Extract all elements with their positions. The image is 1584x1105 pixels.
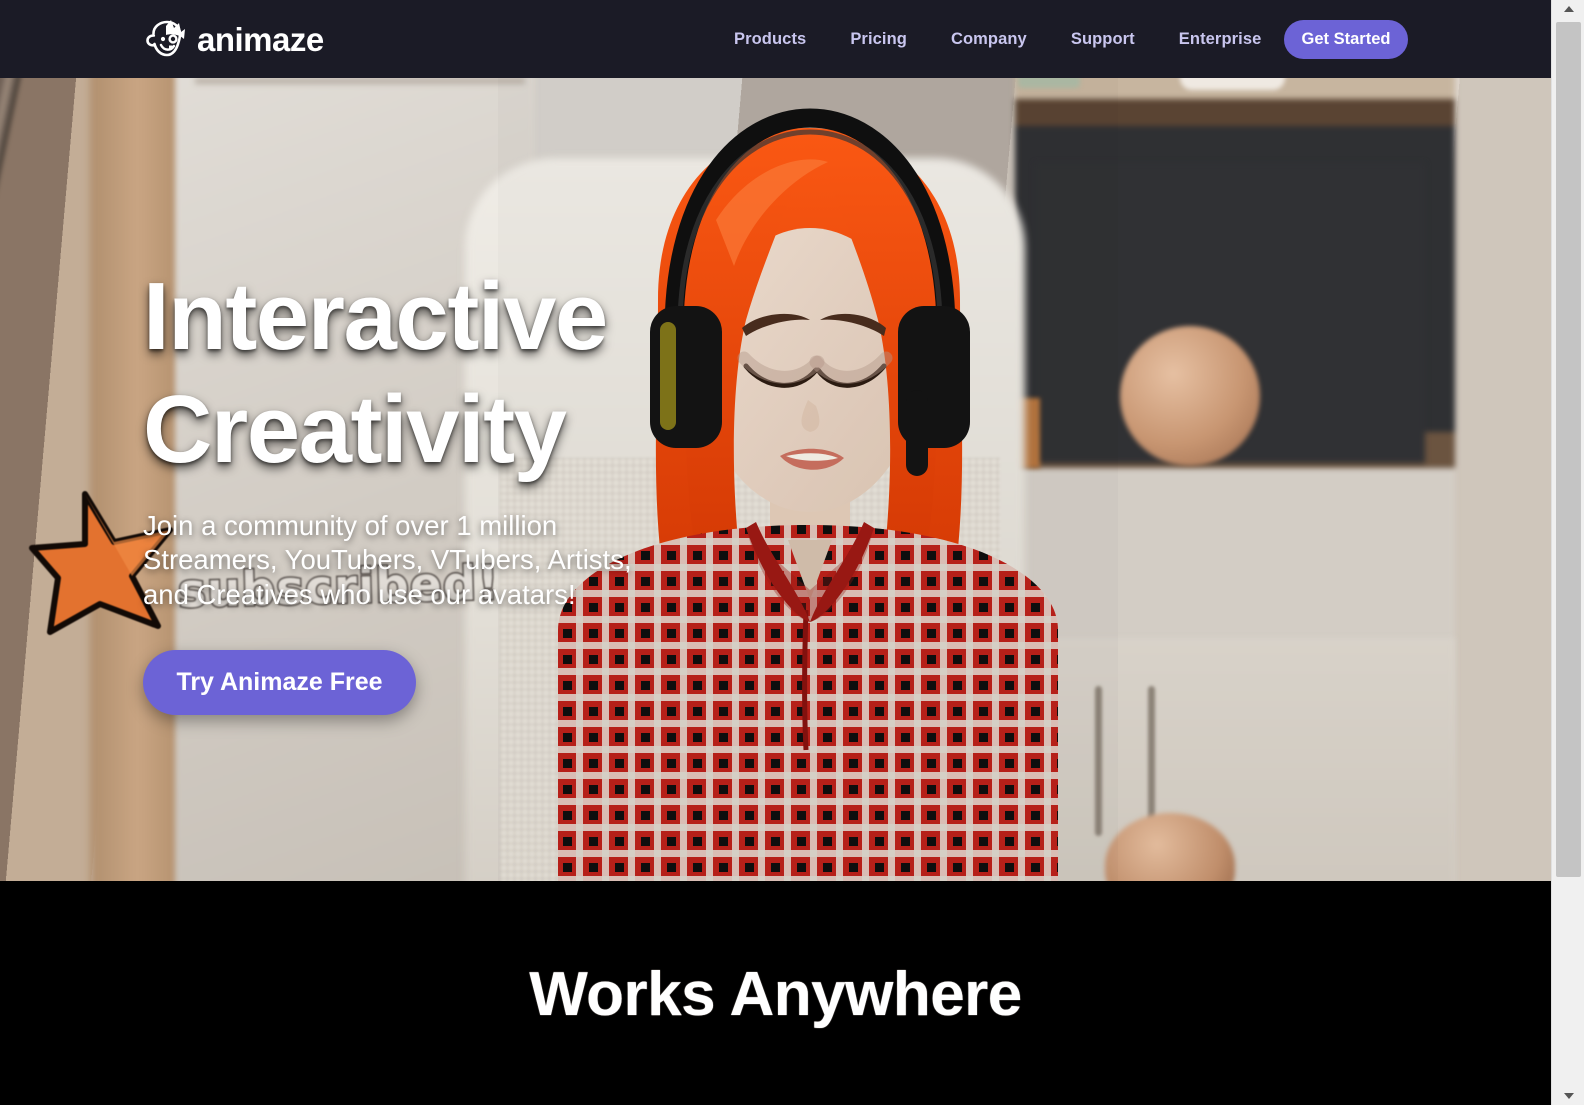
scrollbar-up-button[interactable]	[1552, 0, 1584, 18]
hero-sub-line2: Streamers, YouTubers, VTubers, Artists,	[143, 544, 632, 576]
hero-headline-line2: Creativity	[143, 376, 567, 484]
nav-item-enterprise[interactable]: Enterprise	[1157, 30, 1284, 49]
scrollbar-down-button[interactable]	[1552, 1087, 1584, 1105]
hero-section: subscribed! Interactive Creativity Join …	[0, 78, 1551, 881]
primary-nav: Products Pricing Company Support Enterpr…	[712, 0, 1378, 78]
get-started-button[interactable]: Get Started	[1284, 20, 1408, 59]
bg-cabinet-seam	[195, 78, 525, 84]
chevron-up-icon	[1563, 6, 1574, 12]
bg-jar-white	[1180, 78, 1285, 90]
chevron-down-icon	[1563, 1093, 1574, 1099]
site-header: animaze Products Pricing Company Support…	[0, 0, 1551, 78]
hero-subheading: Join a community of over 1 million Strea…	[143, 509, 783, 613]
works-anywhere-section: Works Anywhere	[0, 881, 1551, 1105]
try-animaze-free-button[interactable]: Try Animaze Free	[143, 650, 416, 716]
page-scrollbar[interactable]	[1551, 0, 1584, 1105]
page-content: animaze Products Pricing Company Support…	[0, 0, 1551, 1105]
logo[interactable]: animaze	[143, 17, 324, 61]
hero-headline-line1: Interactive	[143, 263, 608, 370]
hero-sub-line1: Join a community of over 1 million	[143, 509, 558, 541]
hero-copy: Interactive Creativity Join a community …	[143, 260, 783, 716]
nav-item-support[interactable]: Support	[1049, 30, 1157, 49]
works-anywhere-title: Works Anywhere	[529, 960, 1022, 1029]
browser-viewport: animaze Products Pricing Company Support…	[0, 0, 1584, 1105]
animaze-face-logo-icon	[146, 20, 185, 57]
bg-decor-ball	[1120, 326, 1260, 466]
hero-headline: Interactive Creativity	[143, 260, 783, 487]
nav-item-products[interactable]: Products	[712, 30, 828, 49]
nav-item-company[interactable]: Company	[929, 30, 1049, 49]
logo-wordmark: animaze	[197, 20, 324, 58]
scrollbar-thumb[interactable]	[1556, 22, 1581, 877]
hero-sub-line3: and Creatives who use our avatars!	[143, 578, 576, 610]
nav-item-pricing[interactable]: Pricing	[828, 30, 929, 49]
